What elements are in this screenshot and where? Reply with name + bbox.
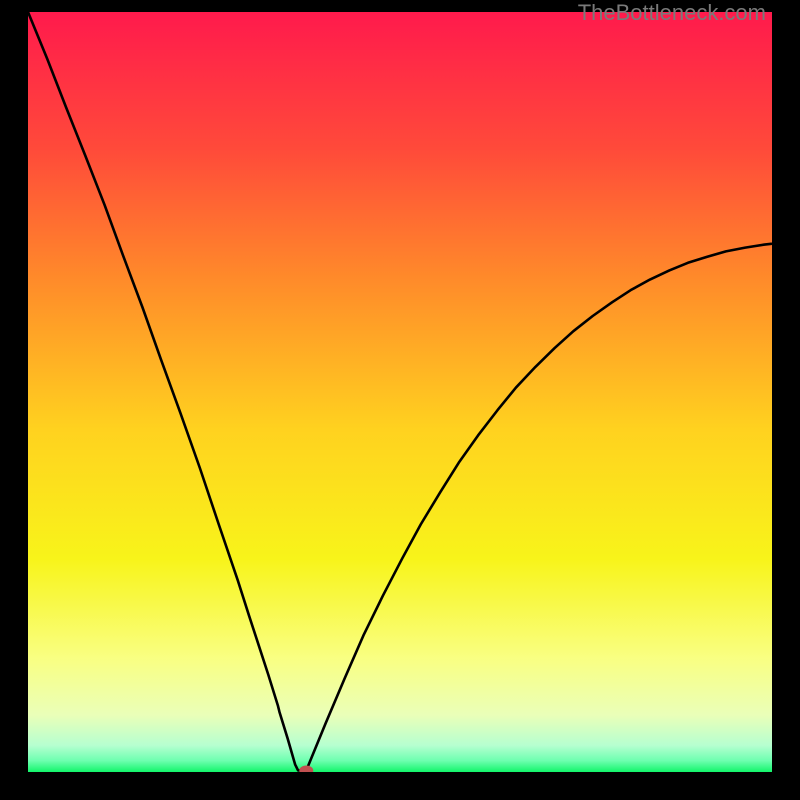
watermark-label: TheBottleneck.com [578, 0, 766, 26]
bottleneck-chart [28, 12, 772, 772]
gradient-background [28, 12, 772, 772]
